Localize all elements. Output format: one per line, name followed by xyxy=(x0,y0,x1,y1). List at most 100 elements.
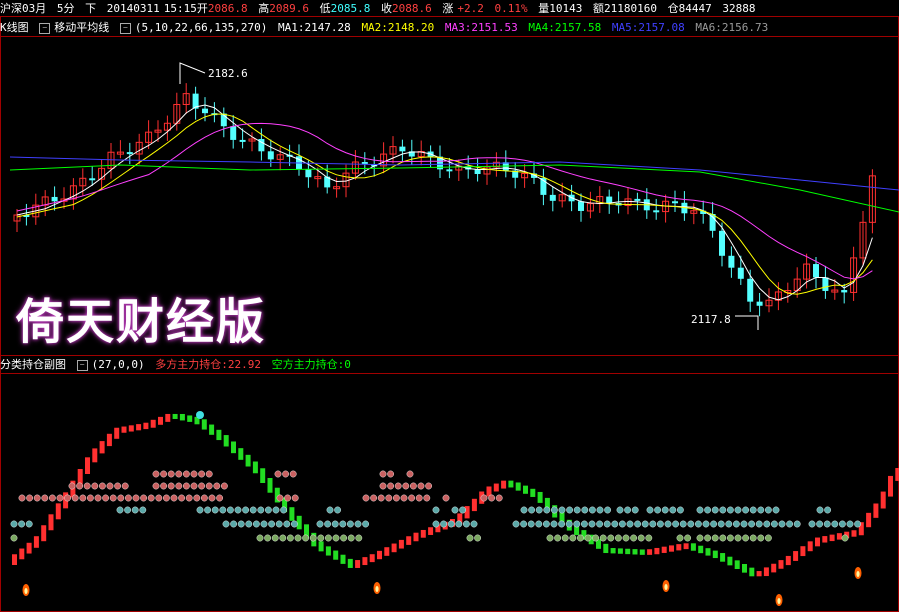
position-dot xyxy=(607,534,615,542)
minus-box-icon[interactable]: − xyxy=(76,359,88,371)
position-dot xyxy=(543,520,550,528)
candle-body xyxy=(756,301,763,306)
position-dot xyxy=(160,482,168,490)
position-dot xyxy=(147,494,155,502)
position-dot xyxy=(581,506,589,514)
position-dot xyxy=(170,494,178,502)
position-dot xyxy=(400,494,408,502)
subchart-title[interactable]: 分类持仓副图 xyxy=(0,358,66,371)
wave-block xyxy=(136,424,142,431)
position-dot xyxy=(696,506,704,514)
position-dot xyxy=(740,520,748,528)
position-dot xyxy=(175,470,183,478)
position-dot xyxy=(657,520,664,528)
position-dot xyxy=(742,506,749,514)
position-dot xyxy=(257,506,265,514)
position-dot xyxy=(205,482,213,490)
candle-body xyxy=(737,267,744,279)
flame-marker-core xyxy=(375,586,379,592)
position-dot xyxy=(68,482,76,490)
wave-block xyxy=(187,415,193,422)
wave-block xyxy=(493,483,499,492)
position-dot xyxy=(704,506,711,514)
close-label: 收 xyxy=(380,2,392,15)
position-dot xyxy=(116,506,124,514)
kline-label[interactable]: K线图 xyxy=(0,21,29,34)
position-dot xyxy=(551,506,558,514)
wave-block xyxy=(318,541,324,552)
symbol[interactable]: 沪深03月 xyxy=(0,2,46,15)
position-dot xyxy=(242,506,250,514)
position-dot xyxy=(831,520,839,528)
position-dot xyxy=(592,534,599,542)
position-dot xyxy=(816,506,824,514)
wave-block xyxy=(647,549,653,555)
position-dot xyxy=(282,470,289,478)
candle-body xyxy=(474,169,481,174)
position-dot xyxy=(339,520,347,528)
wave-block xyxy=(749,567,755,577)
wave-block xyxy=(85,457,90,474)
wave-block xyxy=(603,543,609,554)
position-dot xyxy=(641,520,649,528)
position-dot xyxy=(10,520,18,528)
position-dot xyxy=(823,520,831,528)
position-dot xyxy=(252,520,260,528)
position-dot xyxy=(702,520,710,528)
position-dot xyxy=(710,520,717,528)
wave-block xyxy=(245,454,251,467)
position-dot xyxy=(392,494,400,502)
position-dot xyxy=(222,520,230,528)
position-dot xyxy=(124,506,132,514)
minus-box-icon[interactable]: − xyxy=(119,22,131,34)
vol-label: 量 xyxy=(538,2,550,15)
position-dot xyxy=(234,506,242,514)
wave-block xyxy=(406,536,412,545)
wave-block xyxy=(720,553,726,562)
position-dot xyxy=(755,520,763,528)
candle-body xyxy=(653,210,660,213)
position-dot xyxy=(727,506,734,514)
position-dot xyxy=(742,534,749,542)
position-dot xyxy=(569,534,577,542)
position-dot xyxy=(99,482,106,490)
period[interactable]: 5分 xyxy=(57,2,75,15)
wave-block xyxy=(873,503,879,518)
wave-block xyxy=(12,554,17,565)
position-dot xyxy=(219,506,227,514)
position-dot xyxy=(763,520,771,528)
wave-block xyxy=(143,422,149,430)
position-dot xyxy=(291,494,299,502)
position-dot xyxy=(220,482,228,490)
wave-block xyxy=(771,563,777,573)
position-dot xyxy=(661,506,669,514)
wave-block xyxy=(216,429,222,441)
position-dot xyxy=(480,494,488,502)
position-dot xyxy=(326,506,334,514)
wave-block xyxy=(428,527,434,535)
position-dot xyxy=(71,494,79,502)
position-dot xyxy=(462,520,470,528)
high-value: 2089.6 xyxy=(269,2,309,15)
minus-box-icon[interactable]: − xyxy=(39,22,51,34)
position-dot xyxy=(198,482,206,490)
ma-indicator-name[interactable]: 移动平均线 xyxy=(54,21,109,34)
wave-block xyxy=(377,550,382,560)
low-price-label: 2117.8 xyxy=(691,313,731,326)
position-dot xyxy=(447,520,455,528)
position-dot xyxy=(417,482,425,490)
position-dot xyxy=(528,506,535,514)
position-dot xyxy=(385,494,393,502)
wave-block xyxy=(355,560,361,568)
wave-block xyxy=(515,482,521,491)
watermark-logo: 倚天财经版 xyxy=(16,294,267,350)
wave-block xyxy=(880,491,886,509)
position-dot xyxy=(423,494,431,502)
position-dot xyxy=(554,534,561,542)
wave-block xyxy=(508,480,514,488)
position-dot xyxy=(604,506,611,514)
wave-block xyxy=(793,551,799,561)
position-dot xyxy=(749,534,757,542)
position-dot xyxy=(387,482,394,490)
position-dot xyxy=(152,470,160,478)
